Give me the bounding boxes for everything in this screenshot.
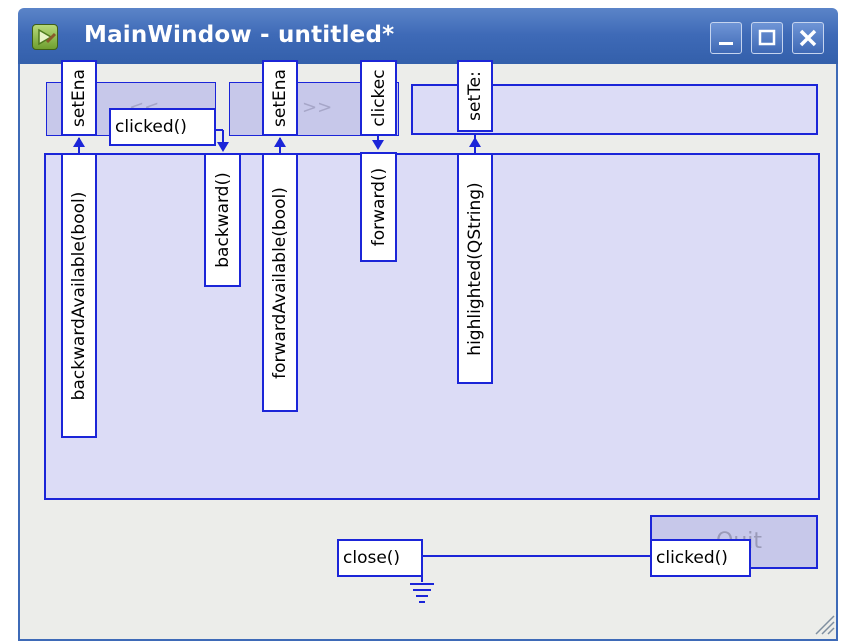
label-text: setTe: [465, 71, 485, 121]
label-clicked-back[interactable]: clicked() [109, 108, 216, 146]
label-clicked-quit[interactable]: clicked() [650, 539, 751, 577]
arrow-up-icon [73, 137, 85, 147]
label-text: setEna [69, 69, 89, 127]
label-text: clickec [368, 69, 389, 127]
label-backward[interactable]: backward() [204, 153, 241, 287]
label-text: backwardAvailable(bool) [69, 191, 89, 400]
label-text: backward() [212, 172, 233, 268]
label-text: setEna [270, 69, 290, 127]
arrow-down-icon [372, 140, 384, 150]
label-text: forward() [368, 167, 389, 247]
arrow-up-icon [469, 137, 481, 147]
label-set-text[interactable]: setTe: [457, 60, 493, 132]
arrow-up-icon [274, 137, 286, 147]
label-text: forwardAvailable(bool) [270, 186, 290, 379]
label-forward[interactable]: forward() [360, 152, 397, 262]
label-backward-available[interactable]: backwardAvailable(bool) [61, 153, 97, 438]
arrow-down-icon [217, 142, 229, 152]
label-set-enabled-forward[interactable]: setEna [262, 60, 298, 136]
label-forward-available[interactable]: forwardAvailable(bool) [262, 153, 298, 412]
resize-grip-icon [815, 615, 835, 635]
label-set-enabled-back[interactable]: setEna [61, 60, 97, 136]
label-text: highlighted(QString) [465, 181, 485, 356]
label-close[interactable]: close() [337, 539, 423, 577]
label-highlighted[interactable]: highlighted(QString) [457, 153, 493, 384]
label-clicked-forward[interactable]: clickec [360, 60, 397, 136]
ground-icon [410, 583, 434, 603]
